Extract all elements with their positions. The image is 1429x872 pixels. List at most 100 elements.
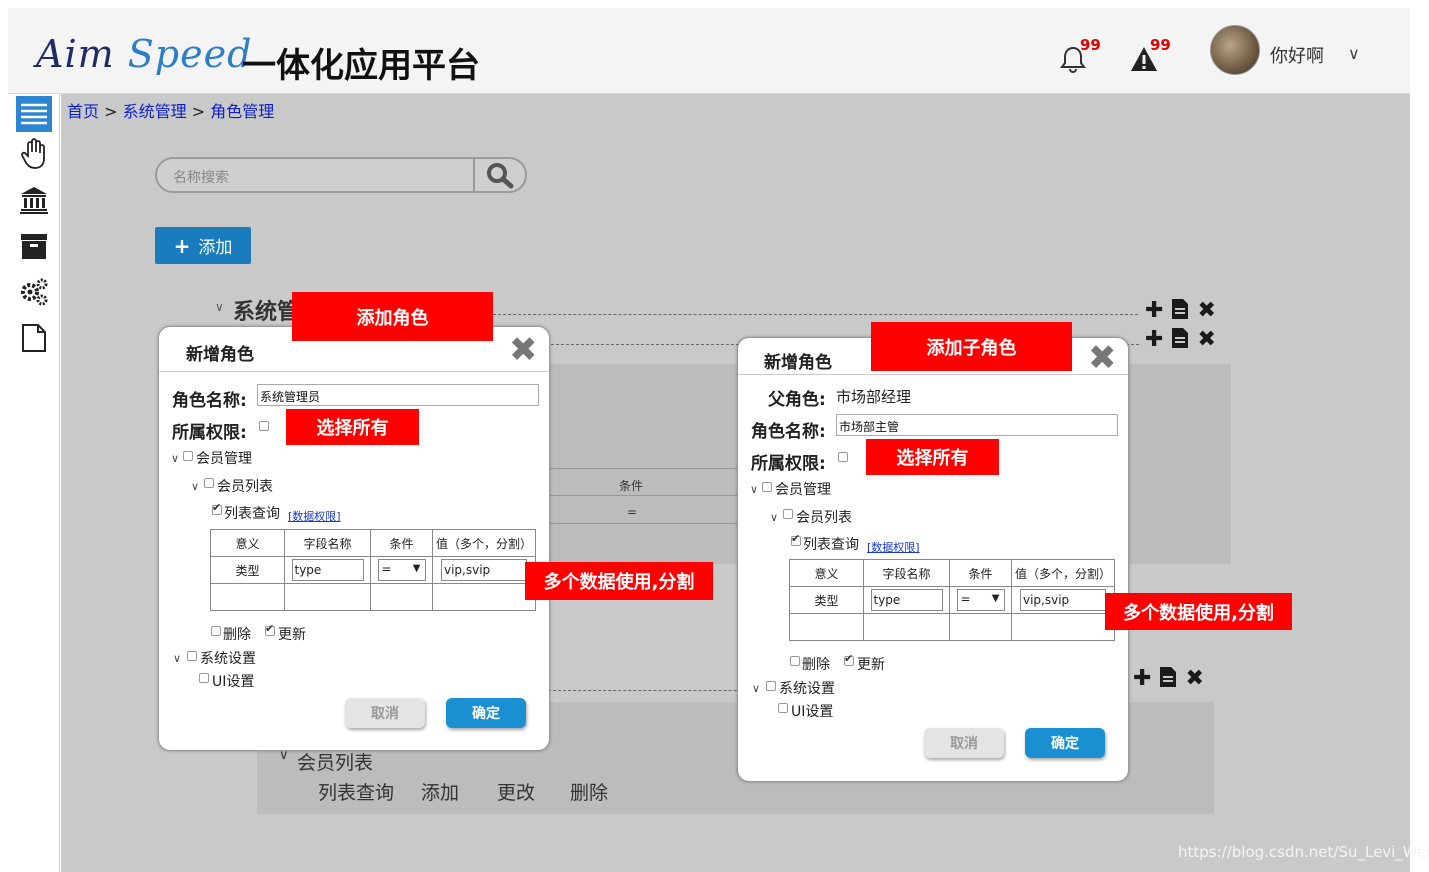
confirm-button[interactable]: 确定 <box>1025 728 1105 758</box>
annotation-add-role: 添加角色 <box>292 292 493 341</box>
data-permission-link[interactable]: [数据权限] <box>867 541 920 554</box>
delete-x-icon[interactable]: ✖ <box>1197 298 1215 323</box>
list-query-checkbox[interactable] <box>212 501 222 515</box>
sys-settings-label: 系统设置 <box>779 681 835 697</box>
sidebar-item-archive[interactable] <box>16 228 52 264</box>
ui-settings-label: UI设置 <box>212 674 255 690</box>
sys-settings-checkbox[interactable] <box>187 651 197 661</box>
search-input[interactable]: 名称搜索 <box>173 167 229 187</box>
close-icon[interactable]: ✖ <box>1088 341 1117 375</box>
ui-settings-checkbox[interactable] <box>199 673 209 683</box>
chevron-down-icon[interactable]: ∨ <box>171 452 179 465</box>
cancel-button[interactable]: 取消 <box>924 728 1004 758</box>
ui-settings-label: UI设置 <box>791 704 834 720</box>
sys-settings-checkbox[interactable] <box>766 681 776 691</box>
tree-root-title: 系统管 <box>233 300 300 325</box>
select-all-checkbox[interactable] <box>259 421 269 431</box>
member-mgmt-label: 会员管理 <box>196 451 252 467</box>
tree-op[interactable]: 添加 <box>421 778 459 805</box>
close-icon[interactable]: ✖ <box>509 333 538 367</box>
table-header: 条件 <box>370 529 433 557</box>
update-checkbox[interactable] <box>265 622 275 636</box>
update-checkbox[interactable] <box>844 652 854 666</box>
condition-select[interactable]: = <box>377 559 426 581</box>
plus-icon[interactable]: ✚ <box>1133 666 1151 691</box>
tree-op[interactable]: 更改 <box>497 778 535 805</box>
file-icon[interactable] <box>1171 327 1189 349</box>
logo: Aim Speed <box>36 32 253 76</box>
sidebar-item-list[interactable] <box>16 96 52 132</box>
file-icon[interactable] <box>1159 666 1177 688</box>
watermark: https://blog.csdn.net/Su_Levi_Wei <box>1178 843 1429 861</box>
chevron-down-icon[interactable]: ∨ <box>752 682 760 695</box>
breadcrumb-home[interactable]: 首页 <box>67 102 99 121</box>
sys-settings-label: 系统设置 <box>200 651 256 667</box>
breadcrumb-system[interactable]: 系统管理 <box>123 102 187 121</box>
member-mgmt-checkbox[interactable] <box>183 451 193 461</box>
table-header: 条件 <box>949 559 1012 587</box>
confirm-button[interactable]: 确定 <box>446 698 526 728</box>
breadcrumb: 首页 > 系统管理 > 角色管理 <box>67 102 275 121</box>
field-name-input[interactable]: type <box>870 589 943 611</box>
list-query-checkbox[interactable] <box>791 532 801 546</box>
plus-icon[interactable]: ✚ <box>1145 298 1163 323</box>
search-button[interactable] <box>473 159 525 191</box>
chevron-down-icon[interactable]: ∨ <box>173 652 181 665</box>
tree-op[interactable]: 列表查询 <box>318 778 394 805</box>
sidebar-item-settings[interactable] <box>16 274 52 310</box>
role-name-field[interactable]: 市场部主管 <box>836 414 1118 436</box>
divider <box>159 371 549 372</box>
select-all-checkbox[interactable] <box>838 452 848 462</box>
dialog-title: 新增角色 <box>186 345 254 365</box>
tree-collapse-icon[interactable]: ∨ <box>215 300 224 314</box>
breadcrumb-roles[interactable]: 角色管理 <box>210 102 274 121</box>
data-permission-link[interactable]: [数据权限] <box>288 510 341 523</box>
annotation-select-all: 选择所有 <box>866 439 999 475</box>
role-name-label: 角色名称: <box>751 422 826 442</box>
sidebar <box>8 94 60 872</box>
chevron-down-icon[interactable]: ∨ <box>750 483 758 496</box>
cancel-button[interactable]: 取消 <box>345 698 425 728</box>
delete-label: 删除 <box>223 627 251 643</box>
member-list-checkbox[interactable] <box>204 478 214 488</box>
delete-x-icon[interactable]: ✖ <box>1185 666 1203 691</box>
value-input[interactable]: vip,svip <box>441 559 527 581</box>
username[interactable]: 你好啊 <box>1270 42 1324 68</box>
member-list-label: 会员列表 <box>217 479 273 495</box>
field-name-input[interactable]: type <box>291 559 364 581</box>
member-list-checkbox[interactable] <box>783 509 793 519</box>
ui-settings-checkbox[interactable] <box>778 703 788 713</box>
list-icon <box>21 103 47 125</box>
add-sub-role-dialog: 新增角色 ✖ 父角色: 市场部经理 角色名称: 市场部主管 所属权限: ∨ 会员… <box>737 337 1129 782</box>
table-header: 值（多个，分割） <box>1011 559 1115 587</box>
sidebar-item-bank[interactable] <box>16 182 52 218</box>
sidebar-item-document[interactable] <box>16 320 52 356</box>
alert-badge: 99 <box>1150 36 1171 54</box>
row-actions: ✚ ✖ <box>1145 327 1216 352</box>
delete-x-icon[interactable]: ✖ <box>1197 327 1215 352</box>
plus-icon[interactable]: ✚ <box>1145 327 1163 352</box>
notification-badge: 99 <box>1080 36 1101 54</box>
avatar[interactable] <box>1210 25 1260 75</box>
chevron-down-icon[interactable]: ∨ <box>1348 44 1360 63</box>
search-box: 名称搜索 <box>155 157 527 193</box>
notification-bell[interactable]: 99 <box>1060 36 1101 76</box>
condition-select[interactable]: = <box>956 589 1005 611</box>
permission-label: 所属权限: <box>751 454 826 474</box>
file-icon[interactable] <box>1171 298 1189 320</box>
plus-icon: + <box>173 233 191 258</box>
value-input[interactable]: vip,svip <box>1020 589 1106 611</box>
parent-role-label: 父角色: <box>768 390 826 410</box>
delete-checkbox[interactable] <box>790 656 800 666</box>
role-name-field[interactable]: 系统管理员 <box>257 384 539 406</box>
delete-label: 删除 <box>802 657 830 673</box>
add-button[interactable]: + 添加 <box>155 227 251 264</box>
member-list-label: 会员列表 <box>796 510 852 526</box>
delete-checkbox[interactable] <box>211 626 221 636</box>
chevron-down-icon[interactable]: ∨ <box>191 480 199 493</box>
member-mgmt-checkbox[interactable] <box>762 482 772 492</box>
tree-op[interactable]: 删除 <box>570 778 608 805</box>
sidebar-item-hand[interactable] <box>16 136 52 172</box>
chevron-down-icon[interactable]: ∨ <box>770 511 778 524</box>
alert-button[interactable]: 99 <box>1130 36 1171 76</box>
